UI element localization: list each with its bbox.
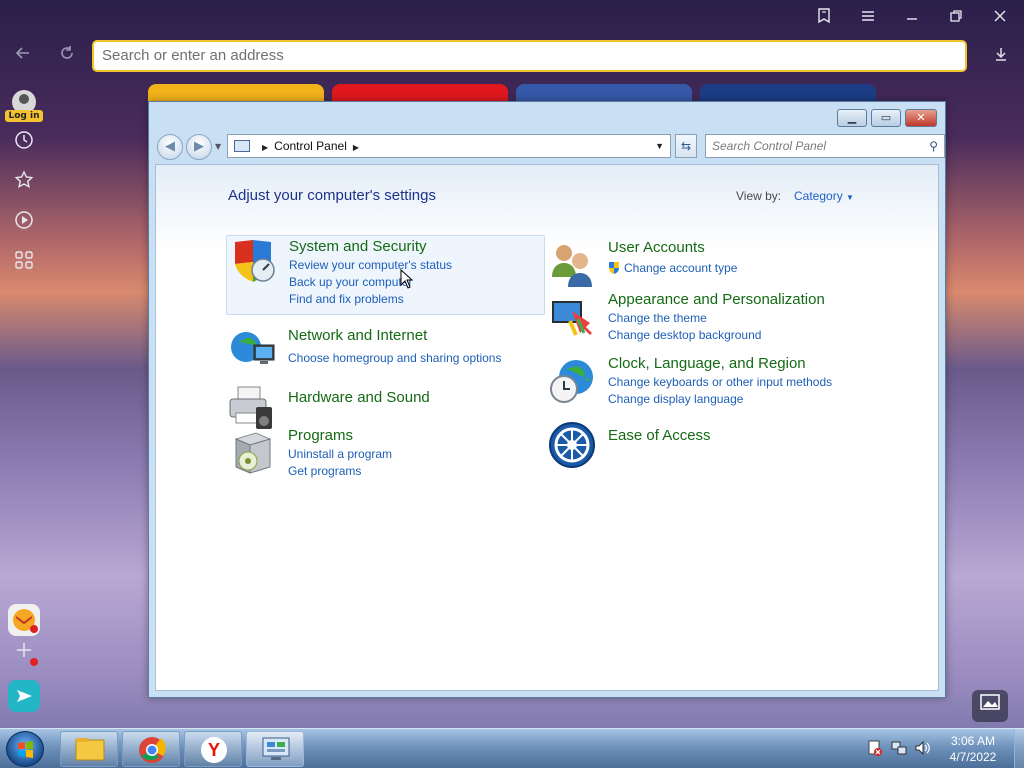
chevron-right-icon[interactable]: ▶ [262, 143, 268, 152]
control-panel-window: ▁ ▭ ✕ ◀ ▶ ▼ ▶ Control Panel ▶ ▼ ⇆ Search C… [148, 101, 946, 698]
appearance-icon [548, 293, 596, 341]
shield-icon [229, 238, 277, 286]
category-title[interactable]: Programs [288, 427, 353, 444]
category-title[interactable]: Hardware and Sound [288, 389, 430, 406]
close-icon[interactable] [986, 6, 1014, 30]
photo-icon[interactable] [972, 690, 1008, 722]
chevron-right-icon[interactable]: ▶ [353, 143, 359, 152]
breadcrumb-control-panel[interactable]: Control Panel [274, 139, 347, 153]
history-icon[interactable] [10, 130, 38, 158]
category-link[interactable]: Choose homegroup and sharing options [288, 351, 501, 365]
file-explorer-icon[interactable] [60, 731, 118, 767]
close-icon[interactable]: ✕ [905, 109, 937, 127]
category-link[interactable]: Review your computer's status [289, 258, 452, 272]
apps-icon[interactable] [10, 250, 38, 278]
browser-title-bar [0, 0, 1024, 36]
control-panel-icon[interactable] [246, 731, 304, 767]
category-link[interactable]: Change keyboards or other input methods [608, 375, 832, 389]
page-title: Adjust your computer's settings [228, 187, 436, 204]
login-badge[interactable]: Log in [5, 110, 43, 122]
breadcrumb[interactable]: ▶ Control Panel ▶ ▼ [227, 134, 671, 158]
category-title[interactable]: Clock, Language, and Region [608, 355, 806, 372]
download-icon[interactable] [988, 44, 1014, 70]
category-network-internet[interactable]: Network and Internet Choose homegroup an… [226, 323, 545, 373]
control-panel-content: Adjust your computer's settings View by:… [155, 164, 939, 691]
notification-dot [30, 625, 38, 633]
chrome-icon[interactable] [122, 731, 180, 767]
category-hardware-sound[interactable]: Hardware and Sound [226, 383, 545, 433]
taskbar: Y 3:06 AM 4/7/2022 [0, 728, 1024, 768]
view-by-label: View by: [736, 189, 782, 203]
category-appearance[interactable]: Appearance and Personalization Change th… [546, 291, 866, 343]
category-system-security[interactable]: System and Security Review your computer… [226, 235, 545, 315]
category-user-accounts[interactable]: User Accounts Change account type [546, 239, 866, 287]
network-icon [228, 325, 276, 373]
category-title[interactable]: User Accounts [608, 239, 705, 256]
mouse-cursor-icon [400, 269, 414, 289]
category-link[interactable]: Back up your computer [289, 275, 412, 289]
chevron-down-icon: ▼ [846, 193, 854, 202]
taskbar-clock[interactable]: 3:06 AM 4/7/2022 [940, 733, 1006, 765]
category-ease-of-access[interactable]: Ease of Access [546, 419, 866, 469]
refresh-icon[interactable]: ⇆ [675, 134, 697, 158]
users-icon [548, 241, 596, 289]
category-title[interactable]: Ease of Access [608, 427, 711, 444]
category-title[interactable]: Appearance and Personalization [608, 291, 825, 308]
star-icon[interactable] [10, 170, 38, 198]
category-link[interactable]: Get programs [288, 464, 361, 478]
category-link-text: Change account type [624, 261, 738, 275]
uac-shield-icon [609, 262, 619, 274]
maximize-icon[interactable]: ▭ [871, 109, 901, 127]
back-icon[interactable] [10, 44, 36, 70]
window-controls: ▁ ▭ ✕ [837, 109, 939, 127]
back-icon[interactable]: ◀ [157, 134, 183, 160]
minimize-icon[interactable]: ▁ [837, 109, 867, 127]
category-title[interactable]: System and Security [289, 238, 427, 255]
category-link[interactable]: Change desktop background [608, 328, 761, 342]
yandex-icon[interactable]: Y [184, 731, 242, 767]
printer-icon [228, 385, 276, 433]
start-button[interactable] [6, 731, 44, 767]
play-icon[interactable] [10, 210, 38, 238]
control-panel-icon [234, 140, 250, 152]
chevron-down-icon[interactable]: ▼ [655, 135, 664, 157]
category-link[interactable]: Find and fix problems [289, 292, 404, 306]
search-input[interactable]: Search or enter an address [92, 40, 967, 72]
search-icon[interactable]: ⚲ [929, 135, 938, 157]
clock-date: 4/7/2022 [949, 750, 997, 764]
network-icon[interactable] [890, 739, 908, 757]
clock-time: 3:06 AM [950, 734, 996, 748]
show-desktop-button[interactable] [1014, 729, 1024, 768]
windows-logo-icon [18, 741, 33, 758]
bookmarks-icon[interactable] [810, 6, 838, 30]
view-by-value: Category [794, 189, 843, 203]
messenger-app-icon[interactable] [8, 680, 40, 712]
chevron-down-icon[interactable]: ▼ [215, 142, 225, 152]
category-programs[interactable]: Programs Uninstall a program Get program… [226, 427, 545, 483]
explorer-nav-row: ◀ ▶ ▼ ▶ Control Panel ▶ ▼ ⇆ Search Control… [157, 134, 945, 160]
minimize-icon[interactable] [898, 6, 926, 30]
volume-icon[interactable] [914, 739, 932, 757]
category-link[interactable]: Change display language [608, 392, 743, 406]
programs-icon [228, 429, 276, 477]
address-bar-row: Search or enter an address [0, 36, 1024, 78]
search-input[interactable]: Search Control Panel ⚲ [705, 134, 945, 158]
svg-text:Y: Y [208, 740, 220, 760]
category-link[interactable]: Change the theme [608, 311, 707, 325]
view-by-dropdown[interactable]: Category ▼ [794, 189, 854, 203]
category-title[interactable]: Network and Internet [288, 327, 427, 344]
forward-icon[interactable]: ▶ [186, 134, 212, 160]
ease-of-access-icon [548, 421, 596, 469]
category-clock-language-region[interactable]: Clock, Language, and Region Change keybo… [546, 355, 866, 407]
notification-dot [30, 658, 38, 666]
action-center-icon[interactable] [866, 739, 884, 757]
refresh-icon[interactable] [54, 44, 80, 70]
search-placeholder: Search Control Panel [712, 139, 827, 153]
browser-sidebar: Log in [0, 84, 48, 724]
menu-icon[interactable] [854, 6, 882, 30]
restore-icon[interactable] [942, 6, 970, 30]
category-link[interactable]: Change account type [608, 261, 737, 275]
clock-globe-icon [548, 357, 596, 405]
category-link[interactable]: Uninstall a program [288, 447, 392, 461]
